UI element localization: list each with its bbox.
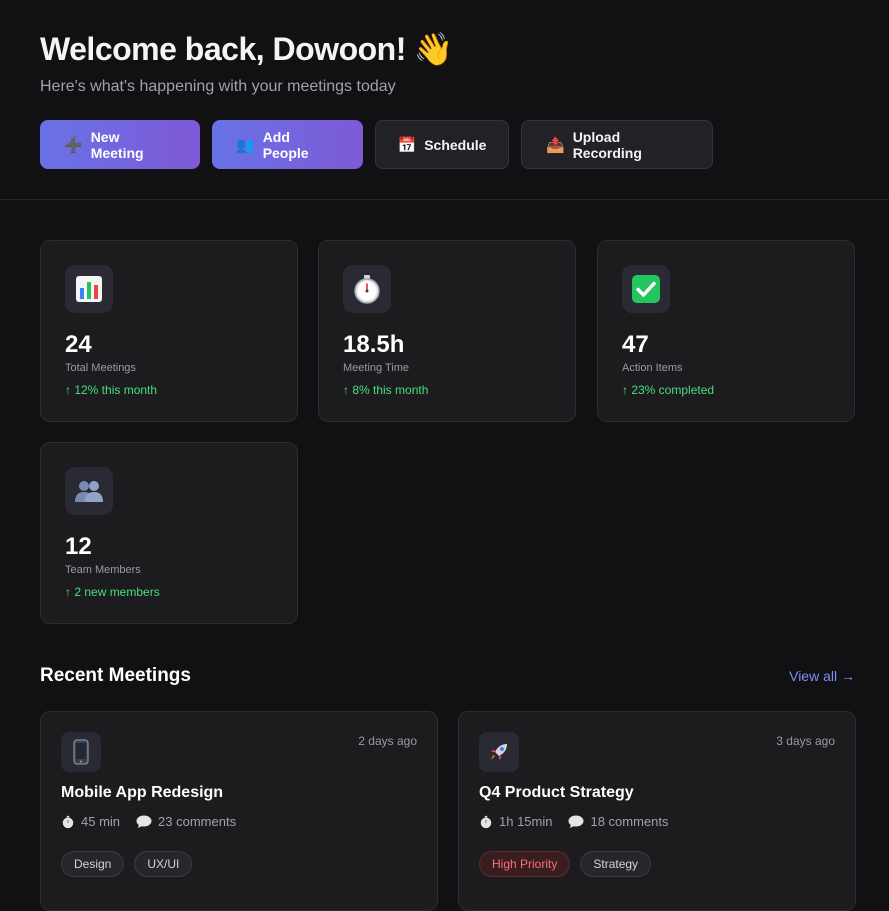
stat-card-meeting-time: 18.5h Meeting Time ↑ 8% this month xyxy=(318,240,576,422)
speech-bubble-icon xyxy=(136,815,152,829)
team-icon xyxy=(65,467,113,515)
meeting-card[interactable]: 2 days ago Mobile App Redesign 45 min 23… xyxy=(40,711,438,911)
stat-value: 24 xyxy=(65,331,92,358)
stat-label: Total Meetings xyxy=(65,362,136,374)
stat-value: 18.5h xyxy=(343,331,405,358)
upload-recording-button[interactable]: 📤 Upload Recording xyxy=(521,120,713,169)
tag-strategy[interactable]: Strategy xyxy=(580,851,652,877)
add-people-button[interactable]: 👥 Add People xyxy=(212,120,363,169)
new-meeting-label: New Meeting xyxy=(90,128,144,161)
schedule-label: Schedule xyxy=(424,136,487,153)
add-people-label: Add People xyxy=(262,128,309,161)
quick-actions: ➕ New Meeting 👥 Add People 📅 Schedule 📤 … xyxy=(40,120,713,169)
stat-value: 12 xyxy=(65,533,92,560)
meeting-title: Mobile App Redesign xyxy=(61,784,224,801)
stat-change: ↑ 12% this month xyxy=(65,383,158,397)
rocket-icon xyxy=(479,732,519,772)
meeting-duration: 45 min xyxy=(61,814,120,829)
tag-high-priority[interactable]: High Priority xyxy=(479,851,571,877)
stat-label: Team Members xyxy=(65,564,141,576)
view-all-link[interactable]: View all → xyxy=(789,668,855,684)
welcome-heading: Welcome back, Dowoon! 👋 xyxy=(40,30,454,68)
plus-icon: ➕ xyxy=(64,136,83,154)
meeting-comments: 18 comments xyxy=(568,814,669,829)
phone-icon xyxy=(61,732,101,772)
stat-card-total-meetings: 24 Total Meetings ↑ 12% this month xyxy=(40,240,298,422)
waving-hand-icon: 👋 xyxy=(413,31,454,67)
comments-text: 18 comments xyxy=(590,814,669,829)
meeting-tags: High Priority Strategy xyxy=(479,851,652,877)
stat-card-action-items: 47 Action Items ↑ 23% completed xyxy=(597,240,855,422)
tag-design[interactable]: Design xyxy=(61,851,125,877)
meeting-tags: Design UX/UI xyxy=(61,851,193,877)
new-meeting-button[interactable]: ➕ New Meeting xyxy=(40,120,200,169)
duration-text: 1h 15min xyxy=(499,814,553,829)
welcome-subtitle: Here's what's happening with your meetin… xyxy=(40,78,396,95)
stat-value: 47 xyxy=(622,331,649,358)
check-box-icon xyxy=(622,265,670,313)
stat-change: ↑ 2 new members xyxy=(65,585,160,599)
recent-meetings-title: Recent Meetings xyxy=(40,665,191,686)
stopwatch-icon xyxy=(343,265,391,313)
meeting-time-ago: 3 days ago xyxy=(776,734,835,748)
meeting-card[interactable]: 3 days ago Q4 Product Strategy 1h 15min … xyxy=(458,711,856,911)
meeting-duration: 1h 15min xyxy=(479,814,552,829)
stat-change: ↑ 23% completed xyxy=(622,383,715,397)
meeting-title: Q4 Product Strategy xyxy=(479,784,634,801)
stat-label: Meeting Time xyxy=(343,362,410,374)
stopwatch-icon xyxy=(479,815,493,829)
page-header: Welcome back, Dowoon! 👋 Here's what's ha… xyxy=(0,0,889,200)
meeting-meta: 1h 15min 18 comments xyxy=(479,814,669,829)
people-icon: 👥 xyxy=(236,136,255,154)
stat-card-team-members: 12 Team Members ↑ 2 new members xyxy=(40,442,298,624)
meeting-time-ago: 2 days ago xyxy=(358,734,417,748)
speech-bubble-icon xyxy=(568,815,584,829)
meeting-meta: 45 min 23 comments xyxy=(61,814,236,829)
stopwatch-icon xyxy=(61,815,75,829)
schedule-button[interactable]: 📅 Schedule xyxy=(375,120,509,169)
calendar-icon: 📅 xyxy=(397,136,417,154)
tag-ux-ui[interactable]: UX/UI xyxy=(134,851,193,877)
upload-recording-label: Upload Recording xyxy=(572,128,642,161)
stat-label: Action Items xyxy=(622,362,683,374)
meeting-comments: 23 comments xyxy=(136,814,236,829)
stat-change: ↑ 8% this month xyxy=(343,383,429,397)
duration-text: 45 min xyxy=(81,814,121,829)
upload-icon: 📤 xyxy=(546,136,565,154)
bar-chart-icon xyxy=(65,265,113,313)
welcome-text: Welcome back, Dowoon! xyxy=(40,30,406,67)
comments-text: 23 comments xyxy=(158,814,237,829)
